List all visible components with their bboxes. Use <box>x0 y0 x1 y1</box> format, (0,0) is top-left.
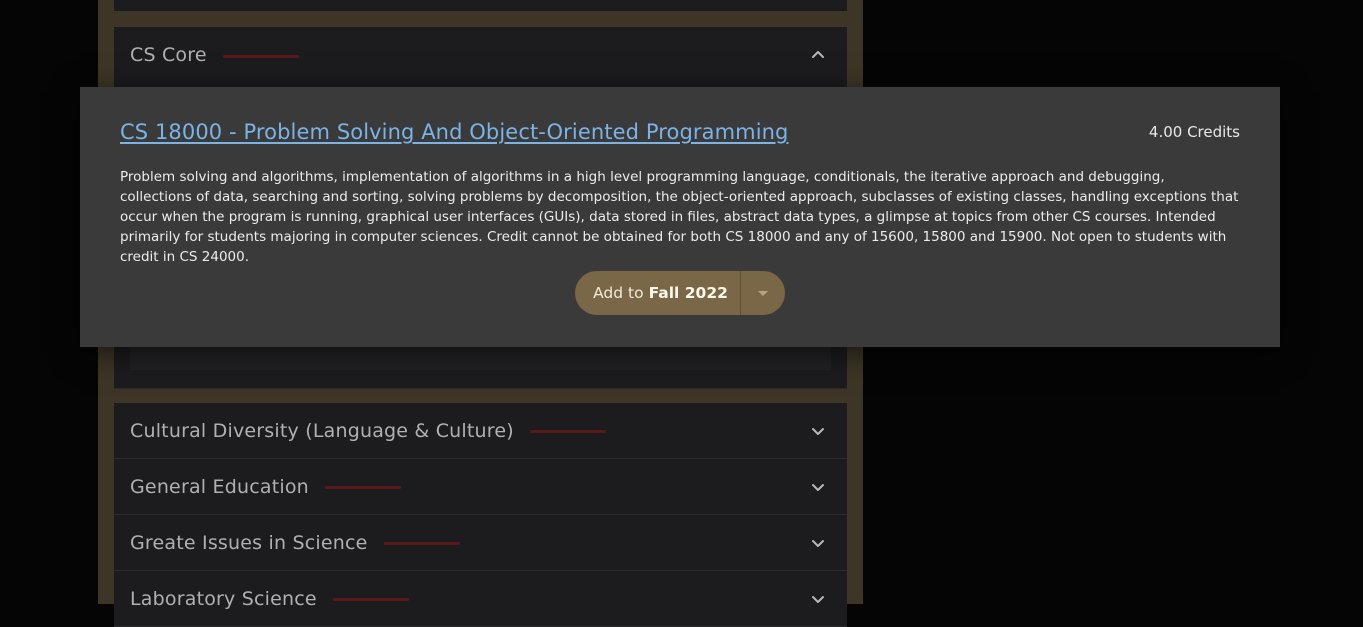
chevron-down-icon[interactable] <box>809 422 827 440</box>
section-cultural-diversity: Cultural Diversity (Language & Culture) <box>114 403 847 459</box>
progress-bar <box>222 54 299 58</box>
section-title: CS Core <box>130 44 207 66</box>
chevron-up-icon[interactable] <box>809 46 827 64</box>
section-title: General Education <box>130 475 309 498</box>
section-header-great-issues[interactable]: Greate Issues in Science <box>114 515 847 570</box>
section-title: Cultural Diversity (Language & Culture) <box>130 419 514 442</box>
section-title: Laboratory Science <box>130 587 317 610</box>
section-header-cultural-diversity[interactable]: Cultural Diversity (Language & Culture) <box>114 403 847 458</box>
section-header-general-education[interactable]: General Education <box>114 459 847 514</box>
course-credits: 4.00 Credits <box>1148 123 1240 141</box>
progress-bar <box>529 430 606 433</box>
section-general-education: General Education <box>114 459 847 515</box>
course-title-link[interactable]: CS 18000 - Problem Solving And Object-Or… <box>120 120 788 144</box>
add-to-term-button[interactable]: Add to Fall 2022 <box>575 271 741 315</box>
section-header-laboratory-science[interactable]: Laboratory Science <box>114 571 847 626</box>
progress-bar <box>332 598 409 601</box>
progress-bar <box>324 486 401 489</box>
term-dropdown-toggle[interactable] <box>741 271 785 315</box>
section-title: Greate Issues in Science <box>130 531 368 554</box>
course-description: Problem solving and algorithms, implemen… <box>120 169 1239 265</box>
add-to-term-button-group: Add to Fall 2022 <box>575 271 785 315</box>
caret-down-icon <box>758 290 768 296</box>
term-label: Fall 2022 <box>648 284 728 302</box>
section-great-issues: Greate Issues in Science <box>114 515 847 571</box>
progress-bar <box>383 542 460 545</box>
section-header-cs-core[interactable]: CS Core <box>114 27 847 83</box>
previous-section-bottom <box>114 0 847 11</box>
course-popover: CS 18000 - Problem Solving And Object-Or… <box>80 87 1280 347</box>
chevron-down-icon[interactable] <box>809 590 827 608</box>
chevron-down-icon[interactable] <box>809 534 827 552</box>
add-label: Add to <box>593 284 644 302</box>
section-laboratory-science: Laboratory Science <box>114 571 847 627</box>
chevron-down-icon[interactable] <box>809 478 827 496</box>
